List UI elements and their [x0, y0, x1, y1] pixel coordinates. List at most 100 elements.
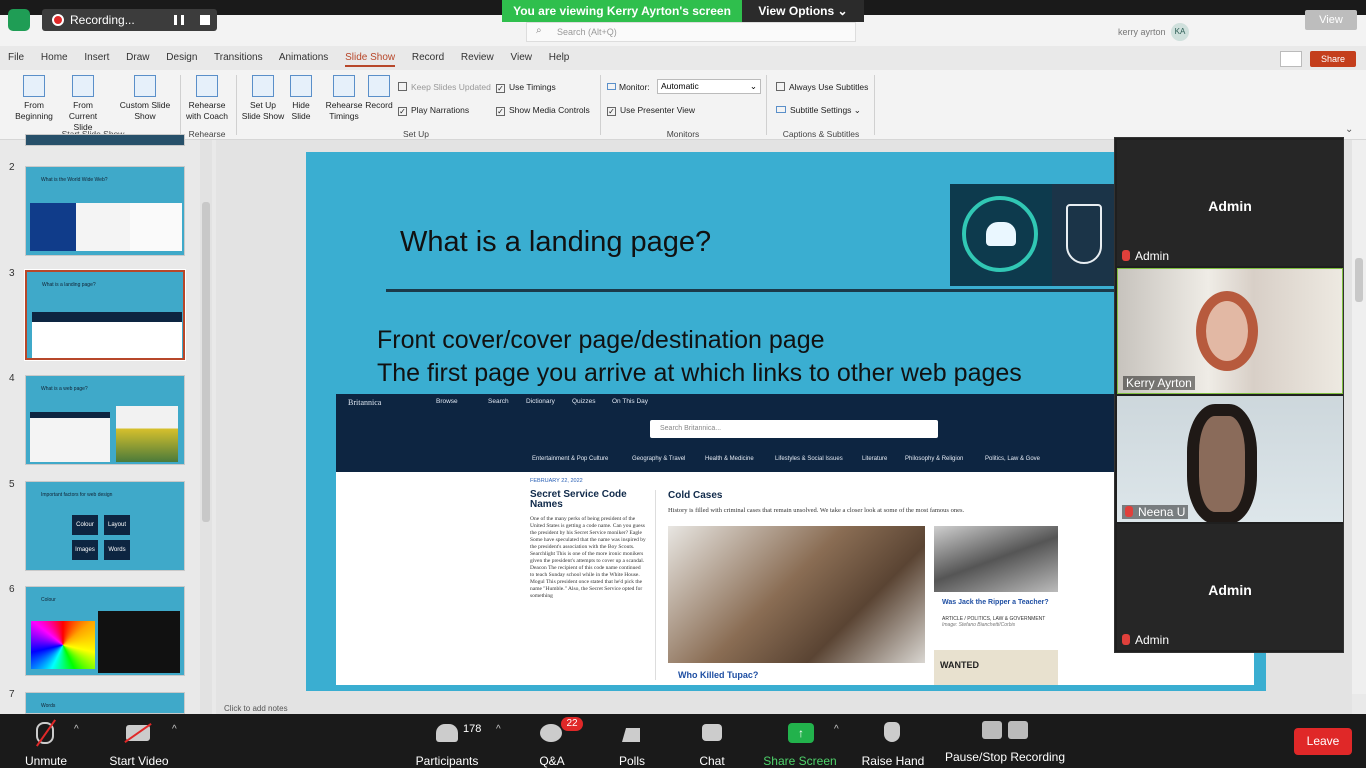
mic-options-chevron-icon[interactable]: ^	[74, 724, 79, 735]
slide-title[interactable]: What is a landing page?	[400, 226, 711, 259]
slide-thumbnail-4[interactable]: What is a web page?	[25, 375, 185, 465]
participant-label-text: Kerry Ayrton	[1126, 376, 1192, 390]
participant-tile[interactable]: Admin Admin	[1117, 140, 1343, 266]
share-screen-icon[interactable]: ↑	[788, 723, 814, 743]
slide-body-line1: Front cover/cover page/destination page	[377, 326, 825, 354]
participant-tile[interactable]: Admin Admin	[1117, 524, 1343, 650]
stop-recording-icon[interactable]	[1008, 721, 1028, 739]
notes-placeholder[interactable]: Click to add notes	[216, 704, 1352, 714]
raise-hand-icon[interactable]	[884, 722, 900, 742]
participants-button[interactable]: Participants	[410, 754, 484, 768]
video-options-chevron-icon[interactable]: ^	[172, 724, 177, 735]
share-screen-button[interactable]: Share Screen	[762, 754, 838, 768]
office-search-input[interactable]: Search (Alt+Q)	[526, 22, 856, 42]
play-current-icon	[72, 75, 94, 97]
chevron-down-icon: ⌄	[749, 81, 757, 91]
from-current-button[interactable]: From Current Slide	[60, 75, 106, 133]
slide-thumbnail-5[interactable]: Important factors for web design Colour …	[25, 481, 185, 571]
polls-button[interactable]: Polls	[612, 754, 652, 768]
share-button[interactable]: Share	[1310, 51, 1356, 67]
tab-insert[interactable]: Insert	[84, 52, 109, 63]
participant-tile[interactable]: Kerry Ayrton	[1117, 268, 1343, 394]
from-beginning-button[interactable]: From Beginning	[12, 75, 56, 122]
setup-show-label: Set Up Slide Show	[241, 100, 285, 121]
monitor-select[interactable]: Automatic ⌄	[657, 79, 761, 94]
tab-review[interactable]: Review	[461, 52, 494, 63]
show-media-checkbox[interactable]: ✓ Show Media Controls	[496, 105, 590, 116]
chat-button[interactable]: Chat	[692, 754, 732, 768]
scrollbar-thumb[interactable]	[1355, 258, 1363, 302]
pause-icon[interactable]	[174, 15, 184, 25]
tab-help[interactable]: Help	[549, 52, 570, 63]
record-button[interactable]: Record	[364, 75, 394, 111]
custom-show-button[interactable]: Custom Slide Show	[118, 75, 172, 122]
tab-animations[interactable]: Animations	[279, 52, 328, 63]
slide-thumbnail-3[interactable]: What is a landing page?	[24, 269, 186, 361]
tab-slide-show[interactable]: Slide Show	[345, 52, 396, 67]
slide-thumbnail-7[interactable]: Words	[25, 692, 185, 714]
polls-icon[interactable]	[622, 724, 640, 742]
qa-button[interactable]: Q&A	[532, 754, 572, 768]
recording-label: Recording...	[70, 13, 135, 27]
subtitle-settings-dropdown[interactable]: Subtitle Settings ⌄	[776, 105, 861, 116]
slide-body-text[interactable]: Front cover/cover page/destination page …	[377, 324, 1022, 390]
show-media-label: Show Media Controls	[509, 105, 590, 115]
comments-icon[interactable]	[1280, 51, 1302, 67]
thumb-box: Layout	[104, 515, 130, 535]
rehearse-coach-button[interactable]: Rehearse with Coach	[184, 75, 230, 122]
chat-icon[interactable]	[702, 724, 722, 741]
participant-tile[interactable]: Neena U	[1117, 396, 1343, 522]
stop-icon[interactable]	[200, 15, 210, 25]
tab-transitions[interactable]: Transitions	[214, 52, 263, 63]
play-narrations-checkbox[interactable]: ✓ Play Narrations	[398, 105, 469, 116]
presenter-view-checkbox[interactable]: ✓ Use Presenter View	[607, 105, 695, 116]
start-video-button[interactable]: Start Video	[104, 754, 174, 768]
pause-stop-recording-button[interactable]: Pause/Stop Recording	[940, 750, 1070, 764]
slide-thumbnail-1[interactable]	[25, 134, 185, 146]
collapse-ribbon-icon[interactable]: ⌄	[1345, 124, 1353, 135]
tab-design[interactable]: Design	[166, 52, 197, 63]
participants-icon[interactable]	[436, 724, 458, 742]
coach-icon	[196, 75, 218, 97]
leave-button[interactable]: Leave	[1294, 728, 1352, 755]
slide-thumbnail-2[interactable]: What is the World Wide Web?	[25, 166, 185, 256]
setup-show-button[interactable]: Set Up Slide Show	[240, 75, 286, 122]
hide-slide-icon	[290, 75, 312, 97]
avatar[interactable]: KA	[1171, 23, 1189, 41]
britannica-side-caption: Was Jack the Ripper a Teacher?	[942, 599, 1049, 606]
people-icon	[986, 222, 1016, 246]
slide-thumbnail-6[interactable]: Colour	[25, 586, 185, 676]
ribbon-tabs: File Home Insert Draw Design Transitions…	[8, 52, 583, 68]
slide-scrollbar[interactable]	[1352, 140, 1366, 694]
zoom-view-button[interactable]: View	[1305, 10, 1357, 30]
britannica-category: Politics, Law & Gove	[985, 456, 1041, 462]
view-options-button[interactable]: View Options ⌄	[742, 0, 864, 22]
britannica-date: FEBRUARY 22, 2022	[530, 478, 583, 484]
hide-slide-button[interactable]: Hide Slide	[288, 75, 314, 122]
tab-file[interactable]: File	[8, 52, 24, 63]
play-narrations-label: Play Narrations	[411, 105, 470, 115]
tab-draw[interactable]: Draw	[126, 52, 149, 63]
participants-options-chevron-icon[interactable]: ^	[496, 724, 501, 735]
keep-updated-checkbox[interactable]: Keep Slides Updated	[398, 82, 491, 92]
record-dot-icon	[52, 14, 64, 26]
britannica-category: Philosophy & Religion	[905, 456, 964, 462]
tab-home[interactable]: Home	[41, 52, 68, 63]
share-options-chevron-icon[interactable]: ^	[834, 724, 839, 735]
participant-label-text: Admin	[1135, 633, 1170, 647]
qa-icon[interactable]	[540, 724, 562, 742]
tab-record[interactable]: Record	[412, 52, 444, 63]
rehearse-timings-button[interactable]: Rehearse Timings	[324, 75, 364, 122]
recording-indicator[interactable]: Recording...	[42, 9, 217, 31]
security-shield-icon[interactable]	[8, 9, 30, 31]
tab-view[interactable]: View	[511, 52, 533, 63]
pause-recording-icon[interactable]	[982, 721, 1002, 739]
always-subtitles-checkbox[interactable]: Always Use Subtitles	[776, 82, 868, 92]
scrollbar-thumb[interactable]	[202, 202, 210, 522]
raise-hand-button[interactable]: Raise Hand	[858, 754, 928, 768]
thumbnails-scrollbar[interactable]	[200, 140, 212, 714]
britannica-subheadline: History is filled with criminal cases th…	[668, 507, 965, 514]
slide-number: 2	[9, 162, 15, 173]
use-timings-checkbox[interactable]: ✓ Use Timings	[496, 82, 556, 93]
unmute-button[interactable]: Unmute	[20, 754, 72, 768]
